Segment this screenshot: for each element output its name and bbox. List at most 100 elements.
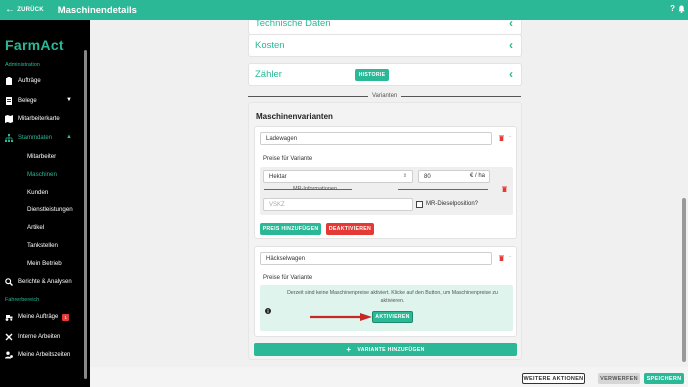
price-unit: € / ha — [469, 173, 485, 179]
add-price-button[interactable]: PREIS HINZUFÜGEN — [260, 223, 321, 235]
plus-icon: + — [346, 345, 352, 354]
clipboard-icon — [6, 77, 12, 85]
sidebar-subitem-tankstellen[interactable]: Tankstellen — [27, 242, 58, 249]
prices-label: Preise für Variante — [263, 156, 313, 162]
price-row-box: Hektar ⇕ 80 € / ha MR-Informationen VSKZ… — [260, 167, 513, 215]
sidebar-item-label: Meine Arbeitszeiten — [18, 352, 71, 358]
footer-bar: WEITERE AKTIONEN VERWERFEN SPEICHERN — [90, 367, 688, 387]
sidebar-subitem-dienstleistungen[interactable]: Dienstleistungen — [27, 206, 73, 213]
sidebar-item-label: Stammdaten — [18, 135, 53, 141]
unit-select-value: Hektar — [269, 173, 287, 180]
chevron-left-icon: ‹ — [509, 20, 513, 30]
sidebar-item-auftraege[interactable]: Aufträge — [5, 75, 85, 87]
sidebar: FarmAct Administration Aufträge Belege ▼… — [0, 20, 90, 387]
vskz-input[interactable]: VSKZ — [263, 198, 413, 211]
sidebar-item-label: Mitarbeiterkarte — [18, 116, 60, 122]
chevron-down-icon[interactable]: ⌄ — [508, 253, 512, 259]
document-icon — [6, 97, 12, 105]
main-scrollbar[interactable] — [682, 198, 686, 362]
trash-icon[interactable] — [499, 135, 504, 141]
info-text: Derzeit sind keine Maschinenpreise aktiv… — [287, 290, 498, 304]
sidebar-scrollbar[interactable] — [84, 50, 87, 379]
divider-line — [398, 189, 488, 190]
sidebar-item-stammdaten[interactable]: Stammdaten ▲ — [5, 132, 85, 144]
section-kosten[interactable]: Kosten ‹ — [248, 34, 522, 57]
trash-icon[interactable] — [499, 255, 504, 261]
unit-select[interactable]: Hektar ⇕ — [263, 170, 413, 183]
info-icon — [265, 308, 271, 314]
add-variant-button[interactable]: + VARIANTE HINZUFÜGEN — [254, 343, 517, 356]
magnifier-icon — [5, 278, 13, 286]
chevron-down-icon: ▼ — [66, 97, 72, 103]
variant-name-input[interactable]: Häckselwagen — [260, 252, 492, 265]
main-content: Technische Daten ‹ Kosten ‹ Zähler HISTO… — [90, 20, 688, 367]
price-value: 80 — [424, 173, 431, 180]
page-title: Maschinendetails — [57, 4, 137, 16]
deactivate-button[interactable]: DEAKTIVIEREN — [326, 223, 374, 235]
varianten-title: Maschinenvarianten — [256, 112, 333, 121]
top-bar: ← ZURÜCK Maschinendetails ? — [0, 0, 688, 20]
discard-button[interactable]: VERWERFEN — [598, 373, 640, 384]
activate-button[interactable]: AKTIVIEREN — [372, 311, 413, 323]
sidebar-subitem-artikel[interactable]: Artikel — [27, 224, 44, 231]
varianten-divider-label: Varianten — [372, 93, 398, 99]
back-label: ZURÜCK — [17, 7, 44, 13]
help-icon[interactable]: ? — [670, 4, 675, 13]
section-technische-daten[interactable]: Technische Daten ‹ — [248, 20, 522, 35]
bell-icon[interactable] — [678, 5, 685, 13]
variant-name-input[interactable]: Ladewagen — [260, 132, 492, 145]
back-button[interactable]: ← ZURÜCK — [5, 5, 44, 15]
chevron-down-icon[interactable]: ⌄ — [508, 133, 512, 139]
add-variant-label: VARIANTE HINZUFÜGEN — [357, 346, 425, 353]
section-title: Kosten — [255, 40, 285, 51]
sidebar-subitem-mein-betrieb[interactable]: Mein Betrieb — [27, 260, 62, 267]
mr-diesel-label: MR-Dieselposition? — [426, 201, 479, 207]
sidebar-item-arbeitszeiten[interactable]: Meine Arbeitszeiten — [5, 349, 85, 361]
section-title: Zähler — [255, 69, 282, 80]
variant-card-ladewagen: Ladewagen ⌄ Preise für Variante Hektar ⇕… — [254, 126, 517, 239]
arrow-left-icon: ← — [5, 4, 16, 15]
section-title: Technische Daten — [255, 20, 331, 29]
price-input[interactable]: 80 € / ha — [418, 170, 490, 183]
section-zaehler[interactable]: Zähler HISTORIE ‹ — [248, 63, 522, 86]
info-alert: Derzeit sind keine Maschinenpreise aktiv… — [260, 285, 513, 331]
map-icon — [5, 115, 13, 123]
variant-card-haeckselwagen: Häckselwagen ⌄ Preise für Variante Derze… — [254, 246, 517, 337]
mr-info-label: MR-Informationen — [293, 186, 338, 192]
historie-button[interactable]: HISTORIE — [355, 69, 389, 81]
tractor-icon — [5, 315, 13, 321]
sidebar-subitem-maschinen[interactable]: Maschinen — [27, 171, 57, 178]
hierarchy-icon — [5, 134, 13, 142]
sidebar-item-label: Meine Aufträge — [18, 314, 59, 320]
sidebar-item-meine-auftraege[interactable]: Meine Aufträge 1 — [5, 311, 85, 323]
sidebar-item-label: Interne Arbeiten — [18, 334, 61, 340]
red-arrow-annotation — [310, 313, 372, 321]
users-clock-icon — [5, 351, 13, 359]
updown-icon: ⇕ — [402, 173, 407, 179]
divider-line — [401, 96, 521, 97]
tools-icon — [5, 333, 13, 341]
save-button[interactable]: SPEICHERN — [644, 373, 684, 384]
sidebar-item-interne-arbeiten[interactable]: Interne Arbeiten — [5, 331, 85, 343]
section-administration: Administration — [5, 62, 40, 68]
prices-label: Preise für Variante — [263, 275, 313, 281]
divider-line — [248, 96, 368, 97]
mr-diesel-checkbox[interactable] — [416, 201, 423, 208]
notification-badge: 1 — [62, 313, 69, 321]
varianten-panel: Maschinenvarianten Ladewagen ⌄ Preise fü… — [248, 102, 522, 360]
sidebar-subitem-kunden[interactable]: Kunden — [27, 189, 48, 196]
more-actions-button[interactable]: WEITERE AKTIONEN — [522, 373, 585, 384]
sidebar-subitem-mitarbeiter[interactable]: Mitarbeiter — [27, 153, 56, 160]
section-fahrerbereich: Fahrerbereich — [5, 297, 40, 303]
sidebar-item-belege[interactable]: Belege ▼ — [5, 95, 85, 107]
sidebar-item-mitarbeiterkarte[interactable]: Mitarbeiterkarte — [5, 113, 85, 125]
app-logo: FarmAct — [5, 37, 64, 53]
sidebar-item-label: Aufträge — [18, 78, 41, 84]
chevron-left-icon: ‹ — [509, 67, 513, 81]
sidebar-item-berichte[interactable]: Berichte & Analysen — [5, 276, 85, 288]
sidebar-item-label: Berichte & Analysen — [18, 279, 72, 285]
trash-icon[interactable] — [502, 186, 507, 192]
vskz-placeholder: VSKZ — [269, 201, 285, 208]
sidebar-item-label: Belege — [18, 98, 37, 104]
chevron-left-icon: ‹ — [509, 38, 513, 52]
